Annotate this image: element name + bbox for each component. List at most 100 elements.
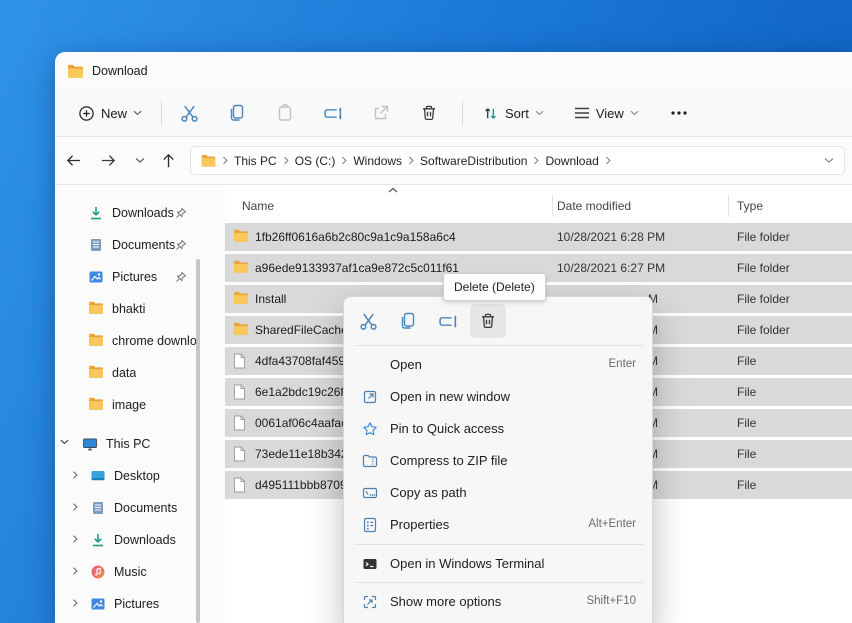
pictures-icon: [90, 596, 106, 612]
copy-button[interactable]: [220, 96, 254, 130]
menu-separator: [354, 582, 644, 583]
menu-item-open-in-windows-terminal[interactable]: Open in Windows Terminal: [348, 548, 650, 580]
breadcrumb-os-c[interactable]: OS (C:): [291, 154, 340, 168]
zip-folder-icon: [362, 453, 378, 469]
file-name: 6e1a2bdc19c26f1: [255, 385, 350, 399]
cut-button[interactable]: [350, 304, 386, 338]
back-button[interactable]: [58, 145, 88, 175]
delete-button[interactable]: [470, 304, 506, 338]
folder-icon: [67, 64, 84, 78]
chevron-right-icon[interactable]: [72, 534, 78, 544]
sidebar-item-label: Downloads: [114, 533, 176, 547]
table-row[interactable]: 1fb26ff0616a6b2c80c9a1c9a158a6c4 10/28/2…: [225, 223, 852, 251]
up-button[interactable]: [153, 145, 183, 175]
folder-icon: [88, 301, 104, 317]
file-icon: [233, 353, 246, 369]
sidebar-item-label: Downloads: [112, 206, 174, 220]
column-divider[interactable]: [552, 195, 553, 217]
sort-button[interactable]: Sort: [473, 99, 553, 128]
chevron-right-icon: [283, 156, 289, 165]
titlebar[interactable]: Download: [55, 52, 852, 90]
file-name: 1fb26ff0616a6b2c80c9a1c9a158a6c4: [255, 230, 456, 244]
chevron-right-icon: [605, 156, 611, 165]
menu-item-label: Compress to ZIP file: [390, 453, 508, 468]
sidebar-item-label: This PC: [106, 437, 150, 451]
recent-locations-button[interactable]: [125, 145, 155, 175]
menu-item-properties[interactable]: Properties Alt+Enter: [348, 509, 650, 541]
sidebar-item-downloads[interactable]: Downloads: [55, 197, 223, 229]
cut-button[interactable]: [172, 96, 206, 130]
chevron-right-icon[interactable]: [72, 566, 78, 576]
chevron-right-icon[interactable]: [72, 502, 78, 512]
file-type: File folder: [737, 292, 790, 306]
this-pc-icon: [82, 436, 98, 452]
sidebar-item-label: Desktop: [114, 469, 160, 483]
folder-icon: [233, 260, 249, 273]
file-type: File: [737, 447, 756, 461]
menu-item-compress-to-zip[interactable]: Compress to ZIP file: [348, 445, 650, 477]
sidebar-item-label: bhakti: [112, 302, 145, 316]
rename-icon: [438, 313, 459, 330]
view-icon: [574, 106, 590, 120]
menu-item-pin-to-quick-access[interactable]: Pin to Quick access: [348, 413, 650, 445]
menu-item-open-in-new-window[interactable]: Open in new window: [348, 381, 650, 413]
paste-button[interactable]: [268, 96, 302, 130]
rename-button[interactable]: [430, 304, 466, 338]
folder-icon: [233, 229, 249, 242]
new-button[interactable]: New: [69, 99, 151, 128]
chevron-down-icon[interactable]: [60, 439, 69, 445]
rename-icon: [323, 105, 344, 122]
forward-button[interactable]: [93, 145, 123, 175]
copy-path-icon: [362, 485, 378, 501]
delete-button[interactable]: [412, 96, 446, 130]
file-name: 4dfa43708faf4597: [255, 354, 352, 368]
column-header-date-modified[interactable]: Date modified: [557, 199, 631, 213]
folder-icon: [201, 154, 216, 167]
copy-button[interactable]: [390, 304, 426, 338]
file-type: File folder: [737, 261, 790, 275]
file-type: File: [737, 416, 756, 430]
menu-separator: [354, 345, 644, 346]
share-button[interactable]: [364, 96, 398, 130]
column-header-name[interactable]: Name: [242, 199, 274, 213]
file-icon: [233, 384, 246, 400]
column-divider[interactable]: [728, 195, 729, 217]
address-bar: This PC OS (C:) Windows SoftwareDistribu…: [55, 137, 852, 184]
desktop: Download New: [0, 0, 852, 623]
breadcrumb-download[interactable]: Download: [541, 154, 602, 168]
file-date: 10/28/2021 6:27 PM: [557, 261, 665, 275]
sidebar-item-documents[interactable]: Documents: [55, 229, 223, 261]
menu-item-show-more-options[interactable]: Show more options Shift+F10: [348, 586, 650, 618]
menu-item-copy-as-path[interactable]: Copy as path: [348, 477, 650, 509]
address-dropdown-button[interactable]: [824, 157, 834, 164]
context-menu: Open Enter Open in new window Pin to Qui…: [343, 296, 653, 623]
chevron-right-icon[interactable]: [72, 598, 78, 608]
breadcrumb[interactable]: This PC OS (C:) Windows SoftwareDistribu…: [190, 146, 845, 175]
view-button[interactable]: View: [565, 100, 648, 127]
chevron-right-icon: [341, 156, 347, 165]
pin-icon: [175, 207, 187, 219]
menu-item-label: Open in Windows Terminal: [390, 556, 544, 571]
rename-button[interactable]: [316, 96, 350, 130]
delete-tooltip: Delete (Delete): [443, 273, 546, 301]
menu-item-shortcut: Shift+F10: [586, 595, 636, 607]
sidebar-scrollbar[interactable]: [196, 259, 200, 623]
menu-item-label: Pin to Quick access: [390, 421, 504, 436]
menu-item-label: Open in new window: [390, 389, 510, 404]
downloads-icon: [88, 205, 104, 221]
toolbar: New: [55, 90, 852, 136]
toolbar-separator: [161, 101, 162, 125]
forward-icon: [100, 152, 117, 169]
breadcrumb-windows[interactable]: Windows: [349, 154, 406, 168]
breadcrumb-this-pc[interactable]: This PC: [230, 154, 281, 168]
sort-button-label: Sort: [505, 106, 529, 121]
chevron-right-icon: [533, 156, 539, 165]
more-options-button[interactable]: [662, 96, 696, 130]
menu-item-label: Show more options: [390, 594, 501, 609]
breadcrumb-softwaredistribution[interactable]: SoftwareDistribution: [416, 154, 531, 168]
menu-item-open[interactable]: Open Enter: [348, 349, 650, 381]
chevron-right-icon[interactable]: [72, 470, 78, 480]
file-type: File: [737, 354, 756, 368]
pictures-icon: [88, 269, 104, 285]
column-header-type[interactable]: Type: [737, 199, 763, 213]
